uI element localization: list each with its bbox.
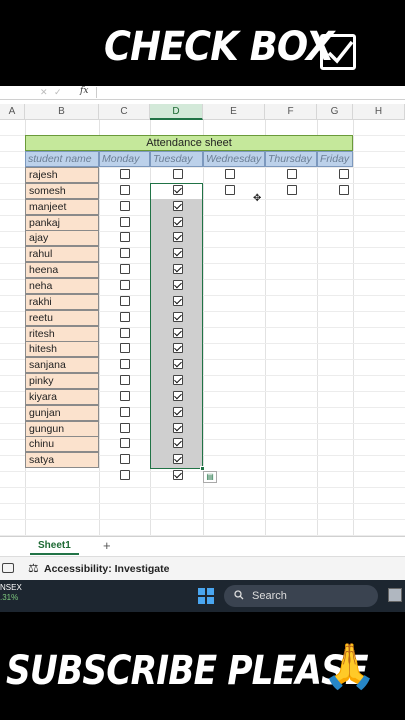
checked-box-icon bbox=[320, 34, 356, 70]
gridline-horizontal bbox=[0, 519, 405, 520]
quick-analysis-icon[interactable]: ▤ bbox=[203, 471, 217, 483]
column-header-H[interactable]: H bbox=[353, 104, 405, 120]
column-header-G[interactable]: G bbox=[317, 104, 353, 120]
student-name-cell[interactable]: rahul bbox=[25, 246, 99, 263]
cancel-icon[interactable]: ✕ bbox=[40, 87, 48, 98]
student-name-cell[interactable]: neha bbox=[25, 277, 99, 294]
subscribe-text: SUBSCRIBE PLEASE bbox=[6, 648, 369, 694]
enter-icon[interactable]: ✓ bbox=[54, 87, 62, 98]
monday-checkbox[interactable] bbox=[120, 295, 130, 306]
accessibility-status[interactable]: Accessibility: Investigate bbox=[44, 563, 169, 575]
student-name-cell[interactable]: pinky bbox=[25, 373, 99, 390]
monday-checkbox[interactable] bbox=[120, 200, 130, 211]
taskbar: NSEX .31% Search bbox=[0, 580, 405, 612]
cursor-icon: ✥ bbox=[253, 193, 262, 204]
student-name-cell[interactable]: reetu bbox=[25, 309, 99, 326]
student-name-cell[interactable]: chinu bbox=[25, 436, 99, 453]
column-header-C[interactable]: C bbox=[99, 104, 150, 120]
stock-name: NSEX bbox=[0, 583, 22, 592]
column-header-F[interactable]: F bbox=[265, 104, 317, 120]
monday-checkbox[interactable] bbox=[120, 184, 130, 195]
student-name-cell[interactable]: satya bbox=[25, 452, 99, 469]
monday-checkbox[interactable] bbox=[120, 169, 130, 179]
column-header-E[interactable]: E bbox=[203, 104, 265, 120]
monday-checkbox[interactable] bbox=[120, 248, 130, 259]
student-name-cell[interactable]: manjeet bbox=[25, 198, 99, 215]
student-name-cell[interactable]: ajay bbox=[25, 230, 99, 247]
gridline-horizontal bbox=[0, 487, 405, 488]
monday-checkbox[interactable] bbox=[120, 406, 130, 417]
student-name-cell[interactable]: sanjana bbox=[25, 357, 99, 374]
camera-icon[interactable] bbox=[2, 563, 14, 573]
top-banner: CHECK BOX bbox=[0, 0, 405, 86]
search-icon bbox=[234, 590, 244, 600]
header-thursday[interactable]: Thursday bbox=[265, 151, 317, 167]
search-label: Search bbox=[252, 590, 287, 602]
header-student-name[interactable]: student name bbox=[25, 151, 99, 167]
plus-icon[interactable]: + bbox=[103, 539, 111, 553]
header-tuesday[interactable]: Tuesday bbox=[150, 151, 203, 167]
student-name-cell[interactable]: kiyara bbox=[25, 388, 99, 405]
thursday-checkbox[interactable] bbox=[287, 184, 297, 195]
header-wednesday[interactable]: Wednesday bbox=[203, 151, 265, 167]
thursday-checkbox[interactable] bbox=[287, 169, 297, 179]
taskbar-search[interactable]: Search bbox=[224, 585, 378, 607]
monday-checkbox[interactable] bbox=[120, 359, 130, 370]
bottom-banner: SUBSCRIBE PLEASE 🙏 bbox=[0, 612, 405, 720]
monday-checkbox[interactable] bbox=[120, 390, 130, 401]
monday-checkbox[interactable] bbox=[120, 343, 130, 354]
monday-checkbox[interactable] bbox=[120, 327, 130, 338]
windows-start-icon[interactable] bbox=[198, 588, 214, 604]
student-name-cell[interactable]: ritesh bbox=[25, 325, 99, 342]
student-name-cell[interactable]: somesh bbox=[25, 182, 99, 199]
student-name-cell[interactable]: gungun bbox=[25, 420, 99, 437]
student-name-cell[interactable]: rakhi bbox=[25, 293, 99, 310]
stock-change: .31% bbox=[0, 593, 19, 602]
app-icon[interactable] bbox=[388, 588, 402, 602]
friday-checkbox[interactable] bbox=[339, 169, 349, 179]
student-name-cell[interactable]: pankaj bbox=[25, 214, 99, 231]
selection-border bbox=[150, 183, 203, 469]
column-header-B[interactable]: B bbox=[25, 104, 99, 120]
insert-function-button[interactable]: fx bbox=[80, 86, 88, 96]
worksheet-grid[interactable]: A B C D E F G H Attendance sheet student… bbox=[0, 100, 405, 536]
tab-sheet1[interactable]: Sheet1 bbox=[30, 537, 79, 555]
monday-checkbox[interactable] bbox=[120, 422, 130, 433]
monday-checkbox[interactable] bbox=[120, 264, 130, 275]
header-monday[interactable]: Monday bbox=[99, 151, 150, 167]
friday-checkbox[interactable] bbox=[339, 184, 349, 195]
tuesday-checkbox[interactable] bbox=[173, 169, 183, 179]
monday-checkbox[interactable] bbox=[120, 311, 130, 322]
header-friday[interactable]: Friday bbox=[317, 151, 353, 167]
accessibility-icon[interactable]: ⚖ bbox=[28, 561, 39, 575]
student-name-cell[interactable]: gunjan bbox=[25, 404, 99, 421]
tuesday-checkbox[interactable] bbox=[173, 470, 183, 481]
folded-hands-icon: 🙏 bbox=[322, 642, 377, 691]
attendance-title-cell[interactable]: Attendance sheet bbox=[25, 135, 353, 151]
formula-bar: ✕ ✓ fx bbox=[0, 86, 405, 100]
wednesday-checkbox[interactable] bbox=[225, 169, 235, 179]
student-name-cell[interactable]: hitesh bbox=[25, 341, 99, 358]
column-header-A[interactable]: A bbox=[0, 104, 25, 120]
student-name-cell[interactable]: heena bbox=[25, 262, 99, 279]
column-header-D[interactable]: D bbox=[150, 104, 203, 120]
stock-widget[interactable]: NSEX .31% bbox=[0, 583, 22, 603]
formula-input[interactable] bbox=[96, 87, 405, 98]
student-name-cell[interactable]: rajesh bbox=[25, 167, 99, 183]
monday-checkbox[interactable] bbox=[120, 232, 130, 243]
monday-checkbox[interactable] bbox=[120, 216, 130, 227]
name-box[interactable] bbox=[0, 87, 26, 98]
monday-checkbox[interactable] bbox=[120, 454, 130, 465]
gridline-horizontal bbox=[0, 503, 405, 504]
sheet-tabs-bar: Sheet1 + bbox=[0, 536, 405, 556]
status-bar: ⚖ Accessibility: Investigate bbox=[0, 556, 405, 580]
banner-title: CHECK BOX bbox=[104, 24, 334, 70]
wednesday-checkbox[interactable] bbox=[225, 184, 235, 195]
monday-checkbox[interactable] bbox=[120, 375, 130, 386]
monday-checkbox[interactable] bbox=[120, 279, 130, 290]
monday-checkbox[interactable] bbox=[120, 470, 130, 481]
monday-checkbox[interactable] bbox=[120, 438, 130, 449]
